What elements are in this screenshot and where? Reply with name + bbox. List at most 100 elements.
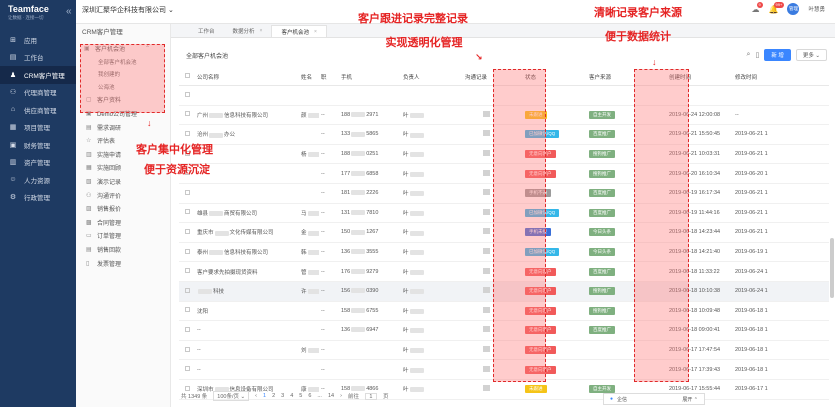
checkbox[interactable] bbox=[185, 189, 190, 195]
page-...[interactable]: ... bbox=[317, 393, 322, 399]
tab-3[interactable]: 客户机会池 × bbox=[271, 25, 327, 37]
goto-page-input[interactable]: 1 bbox=[364, 392, 377, 400]
sidebar-item-crm[interactable]: ▭ 订单管理 bbox=[76, 229, 170, 243]
vertical-scrollbar[interactable] bbox=[830, 238, 834, 298]
record-icon bbox=[483, 385, 490, 392]
checkbox[interactable] bbox=[185, 385, 190, 391]
checkbox[interactable] bbox=[185, 130, 190, 136]
page-size-select[interactable]: 100条/页 ⌄ bbox=[213, 391, 250, 401]
tab-label: 客户机会池 bbox=[281, 29, 309, 36]
nav-item-1[interactable]: ⊞ 应用 bbox=[0, 31, 76, 49]
row-checkbox[interactable] bbox=[179, 130, 195, 138]
row-checkbox[interactable] bbox=[179, 287, 195, 295]
menu-item-icon: ▩ bbox=[86, 219, 92, 226]
cell-status: 未跟进 bbox=[523, 385, 587, 394]
cell-title: -- bbox=[321, 209, 325, 216]
row-checkbox[interactable] bbox=[179, 366, 195, 373]
menu-item-icon: ▤ bbox=[86, 124, 92, 131]
collapse-sidebar-icon[interactable]: « bbox=[66, 6, 72, 17]
user-name[interactable]: 叶慧勇 bbox=[808, 5, 825, 13]
checkbox[interactable] bbox=[185, 91, 190, 97]
search-icon[interactable]: ⌕ bbox=[747, 51, 751, 59]
cell-phone: 133 5865 bbox=[341, 131, 379, 138]
column-header[interactable]: 姓名 bbox=[299, 73, 319, 81]
nav-item-4[interactable]: ⚇ 代理商管理 bbox=[0, 84, 76, 102]
cell-title: -- bbox=[321, 327, 325, 334]
row-checkbox[interactable] bbox=[179, 307, 195, 314]
nav-item-5[interactable]: ⌂ 供应商管理 bbox=[0, 101, 76, 119]
callout-line: 清晰记录客户来源 bbox=[594, 7, 682, 19]
cell-title: -- bbox=[321, 190, 325, 197]
row-checkbox[interactable] bbox=[179, 248, 195, 256]
sidebar-item-crm[interactable]: ▩ 合同管理 bbox=[76, 215, 170, 229]
page-4[interactable]: 4 bbox=[290, 393, 293, 399]
sidebar-item-crm[interactable]: ▤ 销售回款 bbox=[76, 243, 170, 257]
tab-1[interactable]: 工作台 bbox=[189, 25, 224, 37]
prev-page-icon[interactable]: ‹ bbox=[255, 393, 257, 399]
sidebar-item-crm[interactable]: ▤ 需求调研 bbox=[76, 120, 170, 134]
page-2[interactable]: 2 bbox=[272, 393, 275, 399]
checkbox[interactable] bbox=[185, 73, 190, 78]
page-3[interactable]: 3 bbox=[281, 393, 284, 399]
page-6[interactable]: 6 bbox=[308, 393, 311, 399]
brand-logo: Teamface 让数据 · 连接一切 bbox=[0, 0, 76, 24]
row-checkbox[interactable] bbox=[179, 346, 195, 354]
column-header[interactable]: 负责人 bbox=[401, 73, 463, 81]
cloud-icon[interactable]: ☁ 9 bbox=[752, 1, 763, 14]
nav-item-8[interactable]: ▥ 资产管理 bbox=[0, 154, 76, 172]
chat-expand[interactable]: 展开 ⌃ bbox=[682, 396, 698, 403]
page-14[interactable]: 14 bbox=[328, 393, 334, 399]
column-header[interactable]: 职 bbox=[319, 73, 339, 81]
chevron-down-icon: ⌄ bbox=[167, 7, 174, 14]
checkbox[interactable] bbox=[185, 366, 190, 372]
sidebar-item-crm[interactable]: ▨ 销售报价 bbox=[76, 202, 170, 216]
checkbox[interactable] bbox=[185, 248, 190, 254]
checkbox[interactable] bbox=[185, 326, 190, 332]
checkbox[interactable] bbox=[185, 287, 190, 293]
close-icon[interactable]: × bbox=[314, 29, 317, 35]
nav-item-9[interactable]: ☺ 人力资源 bbox=[0, 171, 76, 189]
checkbox[interactable] bbox=[185, 209, 190, 215]
sidebar-item-crm[interactable]: ▯ 发票管理 bbox=[76, 256, 170, 270]
row-checkbox[interactable] bbox=[179, 326, 195, 334]
column-header[interactable]: 修改时间 bbox=[733, 73, 783, 81]
checkbox[interactable] bbox=[185, 346, 190, 352]
nav-item-2[interactable]: ▤ 工作台 bbox=[0, 49, 76, 67]
tab-2[interactable]: 数据分析 × bbox=[224, 25, 272, 37]
row-checkbox[interactable] bbox=[179, 228, 195, 236]
cell-title: -- bbox=[321, 288, 325, 295]
asset-icon: ▥ bbox=[9, 159, 17, 167]
page-1[interactable]: 1 bbox=[263, 393, 266, 399]
redacted-text bbox=[351, 131, 366, 137]
checkbox[interactable] bbox=[185, 307, 190, 313]
avatar[interactable]: 管理 bbox=[787, 3, 800, 15]
document-icon[interactable]: ▯ bbox=[755, 51, 759, 59]
company-switcher[interactable]: 深圳汇聚华企科技有限公司 ⌄ bbox=[82, 5, 174, 15]
add-button[interactable]: 新 增 bbox=[764, 49, 791, 61]
checkbox[interactable] bbox=[185, 111, 190, 117]
row-checkbox[interactable] bbox=[179, 209, 195, 216]
row-checkbox[interactable] bbox=[179, 189, 195, 197]
sidebar-item-crm[interactable]: ⚇ 沟通评价 bbox=[76, 188, 170, 202]
header-checkbox[interactable] bbox=[179, 73, 195, 80]
cell-communication[interactable] bbox=[463, 385, 523, 393]
nav-item-10[interactable]: ⚙ 行政管理 bbox=[0, 189, 76, 207]
nav-item-3[interactable]: ♟ CRM客户管理 bbox=[0, 66, 76, 84]
row-checkbox[interactable] bbox=[179, 111, 195, 118]
chat-panel[interactable]: ● 企信 展开 ⌃ bbox=[603, 393, 705, 405]
column-header[interactable]: 公司名称 bbox=[195, 73, 299, 81]
cell-modified: 2019-06-21 1 bbox=[735, 131, 768, 138]
bell-icon[interactable]: 🔔 99+ bbox=[769, 1, 785, 14]
checkbox[interactable] bbox=[185, 268, 190, 274]
column-header[interactable]: 手机 bbox=[339, 73, 401, 81]
row-checkbox[interactable] bbox=[179, 268, 195, 275]
cell-modified: 2019-06-21 1 bbox=[735, 151, 768, 158]
nav-item-7[interactable]: ▣ 财务管理 bbox=[0, 136, 76, 154]
nav-item-6[interactable]: ▦ 项目管理 bbox=[0, 119, 76, 137]
next-page-icon[interactable]: › bbox=[340, 393, 342, 399]
more-button[interactable]: 更多 ⌄ bbox=[795, 49, 827, 61]
close-icon[interactable]: × bbox=[260, 28, 263, 34]
row-checkbox[interactable] bbox=[179, 91, 195, 99]
checkbox[interactable] bbox=[185, 228, 190, 234]
page-5[interactable]: 5 bbox=[299, 393, 302, 399]
